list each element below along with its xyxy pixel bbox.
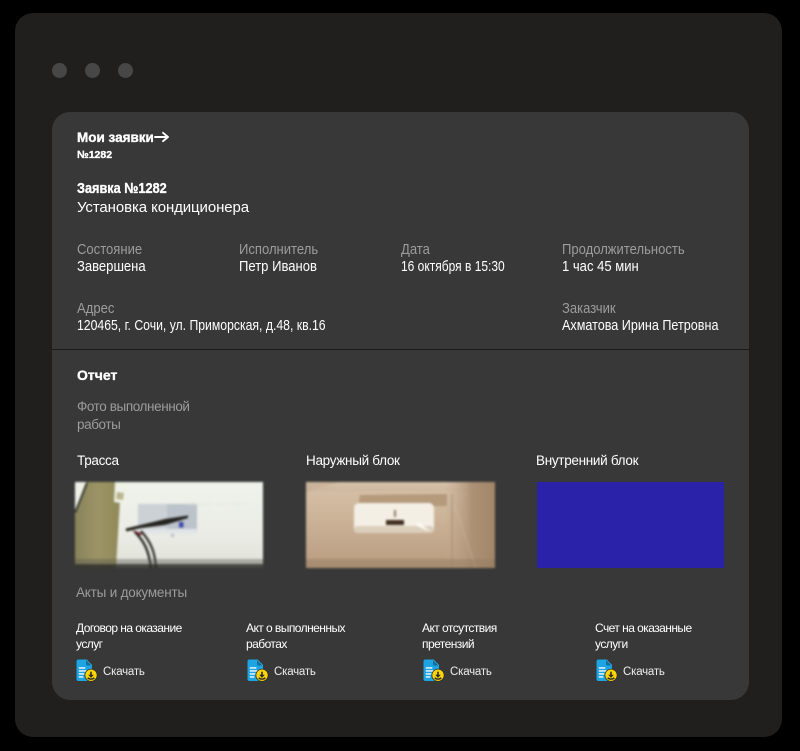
svg-text:ТЕХНО СЕРВИС: ТЕХНО СЕРВИС xyxy=(185,501,248,508)
